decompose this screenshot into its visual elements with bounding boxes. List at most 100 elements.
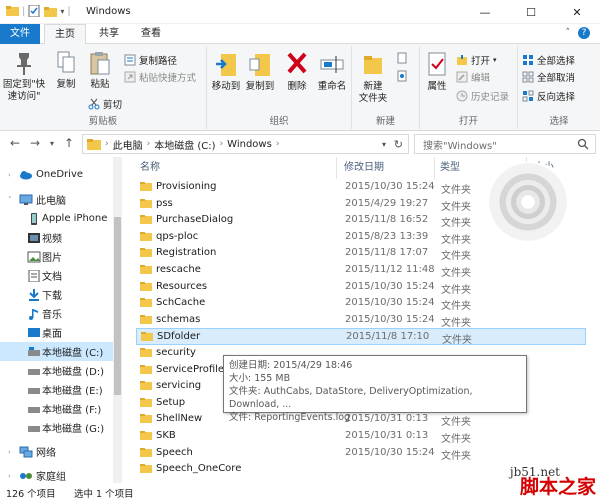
file-name: SKB <box>156 430 176 441</box>
address-dropdown-icon[interactable]: ▾ <box>382 140 386 149</box>
rename-button[interactable]: 重命名 <box>313 50 351 93</box>
nav-item-downloads[interactable]: 下载 <box>0 285 113 304</box>
breadcrumb-drive-c[interactable]: 本地磁盘 (C:) <box>154 137 215 152</box>
tab-file[interactable]: 文件 <box>0 24 40 44</box>
nav-item-iphone[interactable]: Apple iPhone <box>0 209 113 228</box>
nav-item-drive-e[interactable]: 本地磁盘 (E:) <box>0 380 113 399</box>
customize-chevron-icon[interactable]: ▾ <box>60 7 64 16</box>
nav-item-drive-f[interactable]: 本地磁盘 (F:) <box>0 399 113 418</box>
breadcrumb-this-pc[interactable]: 此电脑 <box>113 137 143 152</box>
edit-button[interactable]: 编辑 <box>456 70 490 84</box>
select-none-button[interactable]: 全部取消 <box>522 70 575 84</box>
select-all-button[interactable]: 全部选择 <box>522 53 575 67</box>
close-button[interactable]: ✕ <box>554 0 600 24</box>
tab-home[interactable]: 主页 <box>44 24 86 45</box>
refresh-icon[interactable]: ↻ <box>394 138 403 151</box>
address-bar[interactable]: › 此电脑 › 本地磁盘 (C:) › Windows › ▾ ↻ <box>82 134 409 154</box>
easy-access-icon[interactable] <box>396 70 408 82</box>
new-item-icon[interactable] <box>396 52 408 64</box>
paste-shortcut-label: 粘贴快捷方式 <box>139 73 197 84</box>
nav-item-label: 本地磁盘 (C:) <box>42 348 104 359</box>
invert-selection-button[interactable]: 反向选择 <box>522 89 575 103</box>
properties-icon[interactable] <box>28 5 41 17</box>
copy-to-button[interactable]: 复制到 <box>243 50 277 93</box>
breadcrumb-windows[interactable]: Windows <box>227 139 272 150</box>
nav-item-pictures[interactable]: 图片 <box>0 247 113 266</box>
nav-item-drive-g[interactable]: 本地磁盘 (G:) <box>0 418 113 437</box>
pin-quick-access-button[interactable]: 固定到"快 速访问" <box>2 50 46 103</box>
collapse-ribbon-icon[interactable]: ˄ <box>566 28 571 38</box>
table-row[interactable]: Speech 2015/10/30 15:24 文件夹 <box>136 445 586 462</box>
nav-item-desktop[interactable]: 桌面 <box>0 323 113 342</box>
table-row[interactable]: schemas 2015/10/30 15:24 文件夹 <box>136 312 586 329</box>
new-group: 新建 文件夹 新建 <box>352 46 420 129</box>
nav-item-label: 本地磁盘 (G:) <box>42 424 105 435</box>
nav-item-documents[interactable]: 文档 <box>0 266 113 285</box>
expand-chevron-icon[interactable]: › <box>8 448 11 456</box>
breadcrumb-separator-icon[interactable]: › <box>220 139 224 149</box>
history-label: 历史记录 <box>471 92 510 103</box>
column-divider[interactable] <box>336 157 337 179</box>
column-divider[interactable] <box>434 157 435 179</box>
nav-item-homegroup[interactable]: › 家庭组 <box>0 466 113 484</box>
copy-button[interactable]: 复制 <box>50 50 82 91</box>
folder-info-tooltip: 创建日期: 2015/4/29 18:46 大小: 155 MB 文件夹: Au… <box>223 355 527 423</box>
nav-item-this-pc[interactable]: ˅ 此电脑 <box>0 190 113 209</box>
new-folder-button[interactable]: 新建 文件夹 <box>354 50 392 105</box>
nav-item-network[interactable]: › 网络 <box>0 442 113 461</box>
file-name: rescache <box>156 264 201 275</box>
nav-item-music[interactable]: 音乐 <box>0 304 113 323</box>
nav-item-onedrive[interactable]: › OneDrive <box>0 165 113 184</box>
tab-share[interactable]: 共享 <box>88 24 130 44</box>
file-date: 2015/10/30 15:24 <box>345 280 435 292</box>
document-icon <box>28 270 40 282</box>
computer-icon <box>19 194 33 205</box>
forward-button[interactable]: → <box>30 136 40 150</box>
maximize-button[interactable]: ☐ <box>508 0 554 24</box>
history-button[interactable]: 历史记录 <box>456 89 509 103</box>
folder-icon <box>140 431 152 440</box>
table-row[interactable]: SKB 2015/10/31 0:13 文件夹 <box>136 428 586 445</box>
recent-locations-icon[interactable]: ▾ <box>50 139 54 148</box>
file-name: SchCache <box>156 297 206 309</box>
file-type: 文件夹 <box>441 301 471 313</box>
column-header-name[interactable]: 名称 <box>140 157 160 179</box>
nav-item-drive-c[interactable]: 本地磁盘 (C:) <box>0 342 113 361</box>
new-folder-icon[interactable] <box>44 5 58 17</box>
nav-item-drive-d[interactable]: 本地磁盘 (D:) <box>0 361 113 380</box>
nav-item-videos[interactable]: 视频 <box>0 228 113 247</box>
cut-button[interactable]: 剪切 <box>88 97 122 111</box>
search-icon[interactable] <box>577 138 589 150</box>
paste-shortcut-button[interactable]: 粘贴快捷方式 <box>124 70 196 84</box>
open-button[interactable]: 打开 ▾ <box>456 53 497 67</box>
table-row[interactable]: Registration 2015/11/8 17:07 文件夹 <box>136 245 586 262</box>
copy-path-button[interactable]: 复制路径 <box>124 53 177 67</box>
help-icon[interactable]: ? <box>578 27 590 39</box>
rename-label: 重命名 <box>317 81 347 92</box>
open-dropdown-icon[interactable]: ▾ <box>493 56 497 64</box>
column-header-type[interactable]: 类型 <box>440 157 460 179</box>
delete-button[interactable]: 删除 <box>283 50 311 93</box>
back-button[interactable]: ← <box>10 136 20 150</box>
minimize-button[interactable]: — <box>462 0 508 24</box>
tab-view[interactable]: 查看 <box>130 24 172 44</box>
scrollbar-thumb[interactable] <box>114 217 121 395</box>
search-input[interactable]: 搜索"Windows" <box>414 134 596 154</box>
navigation-scrollbar[interactable] <box>113 157 122 483</box>
properties-button[interactable]: 属性 <box>422 50 452 93</box>
paste-button[interactable]: 粘贴 <box>84 50 116 91</box>
table-row[interactable]: Resources 2015/10/30 15:24 文件夹 <box>136 279 586 296</box>
table-row-selected[interactable]: SDfolder 2015/11/8 17:10 文件夹 <box>136 328 586 346</box>
breadcrumb-separator-icon[interactable]: › <box>147 139 151 149</box>
move-to-button[interactable]: 移动到 <box>209 50 243 93</box>
expand-chevron-icon[interactable]: › <box>8 171 11 179</box>
table-row[interactable]: SchCache 2015/10/30 15:24 文件夹 <box>136 295 586 312</box>
table-row[interactable]: rescache 2015/11/12 11:48 文件夹 <box>136 262 586 279</box>
rename-icon <box>320 56 344 73</box>
breadcrumb-separator-icon[interactable]: › <box>105 139 109 149</box>
breadcrumb-separator-icon[interactable]: › <box>276 139 280 149</box>
column-header-modified[interactable]: 修改日期 <box>344 157 384 179</box>
expand-chevron-icon[interactable]: › <box>8 472 11 480</box>
up-button[interactable]: ↑ <box>64 136 74 150</box>
expand-chevron-icon[interactable]: ˅ <box>8 196 12 204</box>
